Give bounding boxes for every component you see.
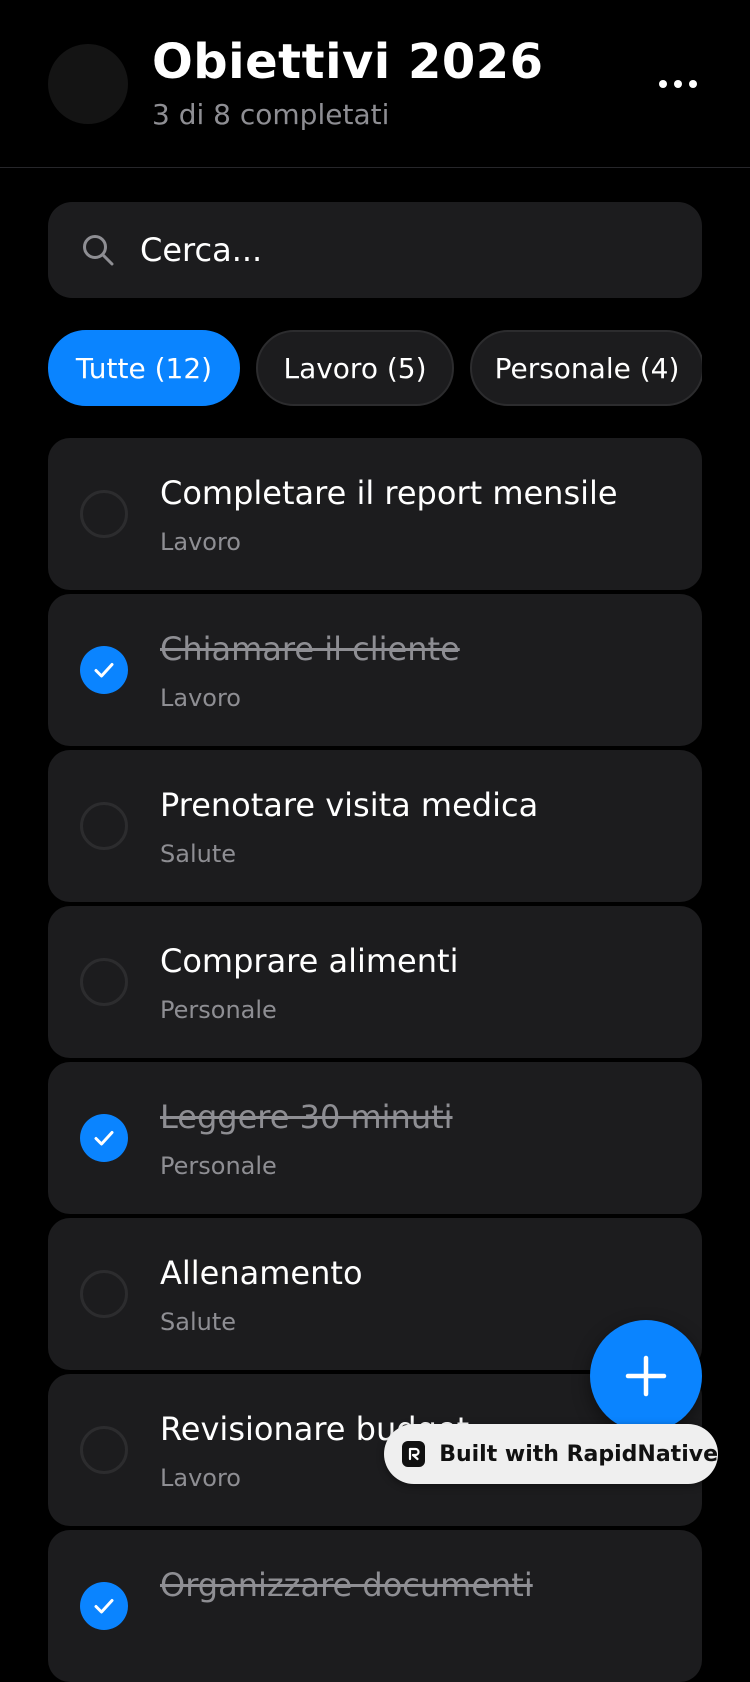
task-card[interactable]: Completare il report mensile Lavoro [48, 438, 702, 590]
search-bar[interactable] [48, 202, 702, 298]
task-checkbox[interactable] [80, 490, 128, 538]
built-with-badge[interactable]: Built with RapidNative [384, 1424, 718, 1484]
task-card[interactable]: Prenotare visita medica Salute [48, 750, 702, 902]
task-category: Personale [160, 996, 277, 1024]
task-card[interactable]: Leggere 30 minuti Personale [48, 1062, 702, 1214]
task-category: Lavoro [160, 1464, 241, 1492]
plus-icon [625, 1355, 667, 1397]
more-dot-icon [674, 80, 682, 88]
task-title: Chiamare il cliente [160, 630, 460, 668]
task-card[interactable]: Organizzare documenti [48, 1530, 702, 1682]
checkmark-icon [94, 1131, 114, 1146]
task-checkbox[interactable] [80, 1270, 128, 1318]
task-category: Personale [160, 1152, 277, 1180]
task-title: Prenotare visita medica [160, 786, 539, 824]
more-dot-icon [659, 80, 667, 88]
filter-chip-work[interactable]: Lavoro (5) [256, 330, 454, 406]
task-checkbox[interactable] [80, 1582, 128, 1630]
task-category: Lavoro [160, 684, 241, 712]
task-checkbox[interactable] [80, 646, 128, 694]
task-title: Allenamento [160, 1254, 363, 1292]
avatar[interactable] [48, 44, 128, 124]
task-category: Salute [160, 840, 236, 868]
checkmark-icon [94, 663, 114, 678]
filter-chips: Tutte (12) Lavoro (5) Personale (4) [48, 330, 702, 406]
task-checkbox[interactable] [80, 1114, 128, 1162]
filter-chip-personal[interactable]: Personale (4) [470, 330, 702, 406]
task-checkbox[interactable] [80, 802, 128, 850]
task-category: Salute [160, 1308, 236, 1336]
search-icon [83, 235, 114, 266]
badge-label: Built with RapidNative [439, 1441, 718, 1467]
task-card[interactable]: Chiamare il cliente Lavoro [48, 594, 702, 746]
task-title: Completare il report mensile [160, 474, 618, 512]
more-dot-icon [689, 80, 697, 88]
page-title: Obiettivi 2026 [152, 34, 544, 90]
task-checkbox[interactable] [80, 1426, 128, 1474]
rapidnative-logo-icon [402, 1441, 426, 1467]
progress-subtitle: 3 di 8 completati [152, 98, 390, 131]
task-title: Organizzare documenti [160, 1566, 533, 1604]
app-header: Obiettivi 2026 3 di 8 completati [0, 0, 750, 168]
task-title: Comprare alimenti [160, 942, 459, 980]
checkmark-icon [94, 1599, 114, 1614]
task-category: Lavoro [160, 528, 241, 556]
task-card[interactable]: Comprare alimenti Personale [48, 906, 702, 1058]
task-checkbox[interactable] [80, 958, 128, 1006]
add-task-button[interactable] [590, 1320, 702, 1432]
search-input[interactable] [140, 202, 680, 298]
filter-chip-all[interactable]: Tutte (12) [48, 330, 240, 406]
task-title: Leggere 30 minuti [160, 1098, 453, 1136]
more-options-button[interactable] [650, 62, 706, 106]
